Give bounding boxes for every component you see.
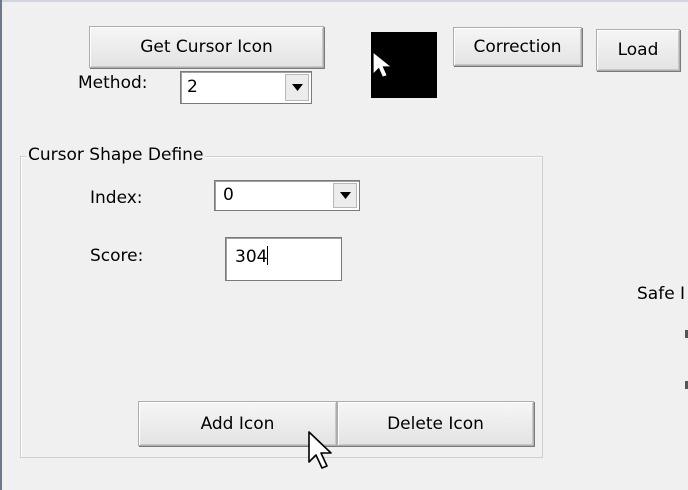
safe-label: Safe I bbox=[637, 284, 686, 304]
delete-icon-button[interactable]: Delete Icon bbox=[337, 401, 534, 446]
chevron-down-icon[interactable] bbox=[333, 183, 357, 208]
score-input-value: 304 bbox=[235, 247, 268, 267]
score-input[interactable]: 304 bbox=[225, 237, 342, 281]
score-label: Score: bbox=[90, 246, 144, 266]
get-cursor-icon-button[interactable]: Get Cursor Icon bbox=[89, 26, 324, 68]
index-select-value: 0 bbox=[223, 185, 234, 205]
cursor-preview bbox=[371, 32, 437, 98]
text-caret bbox=[267, 246, 269, 265]
index-label: Index: bbox=[90, 188, 143, 208]
mouse-pointer-icon bbox=[308, 431, 332, 469]
method-select-value: 2 bbox=[187, 77, 198, 97]
index-select[interactable]: 0 bbox=[214, 180, 360, 211]
chevron-down-icon[interactable] bbox=[285, 74, 309, 101]
cursor-preview-icon bbox=[373, 53, 391, 77]
window-left-edge bbox=[0, 0, 2, 490]
cursor-shape-define-title: Cursor Shape Define bbox=[26, 145, 206, 165]
method-label: Method: bbox=[78, 73, 148, 93]
correction-button[interactable]: Correction bbox=[453, 27, 582, 66]
load-button[interactable]: Load bbox=[596, 29, 680, 71]
window-top-edge bbox=[0, 0, 688, 2]
method-select[interactable]: 2 bbox=[180, 71, 312, 104]
